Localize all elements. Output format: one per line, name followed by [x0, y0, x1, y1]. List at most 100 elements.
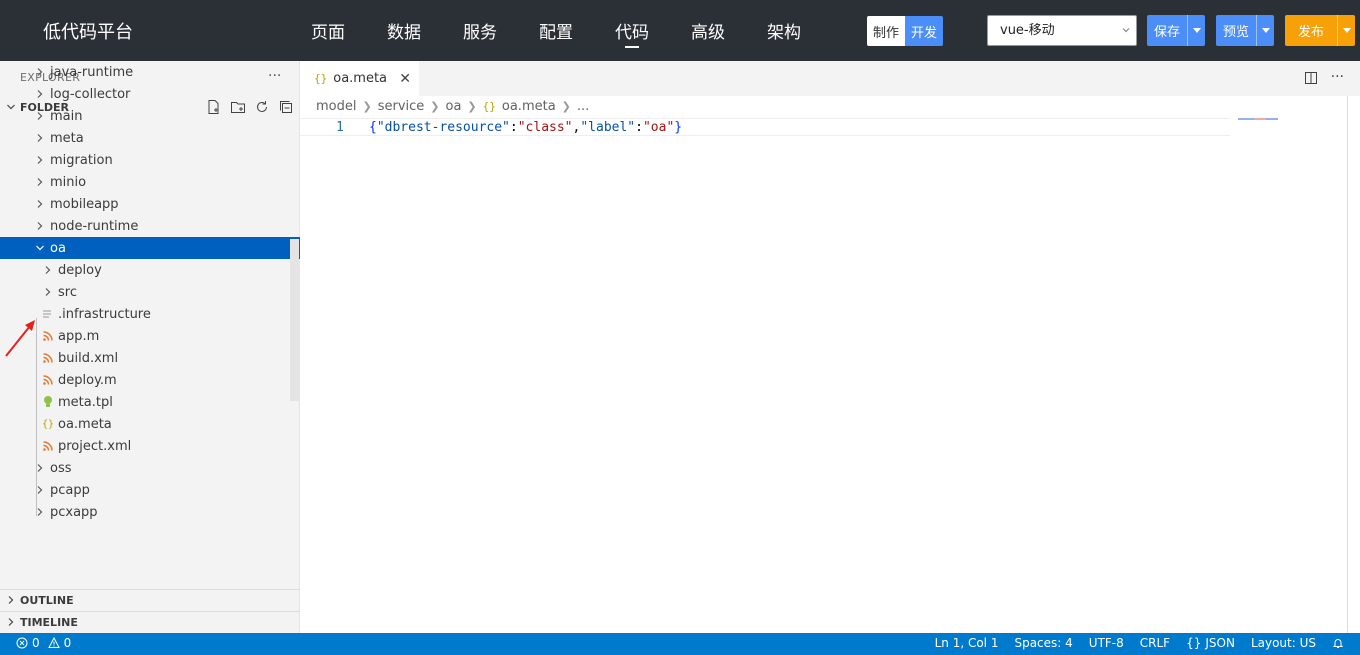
bell-icon[interactable] — [1332, 637, 1344, 649]
main-nav: 页面 数据 服务 配置 代码 高级 架构 — [290, 0, 822, 61]
code-token: { — [369, 120, 377, 135]
caret-down-icon — [1342, 28, 1351, 33]
nav-item[interactable]: 服务 — [442, 0, 518, 61]
tree-file[interactable]: deploy.m — [0, 369, 300, 391]
breadcrumb-item[interactable]: oa — [446, 99, 462, 114]
code-token: "oa" — [642, 120, 675, 135]
tree-item-label: oa — [50, 240, 66, 256]
tree-item-label: build.xml — [58, 350, 119, 366]
preview-dropdown-button[interactable] — [1256, 15, 1274, 46]
tree-file[interactable]: {} oa.meta — [0, 413, 300, 435]
chevron-right-icon — [37, 222, 43, 230]
target-select[interactable]: vue-移动 — [987, 15, 1137, 46]
more-actions-icon[interactable]: ··· — [1331, 70, 1344, 90]
split-editor-icon[interactable] — [1303, 70, 1319, 90]
sidebar-scrollbar[interactable] — [290, 239, 299, 401]
publish-button[interactable]: 发布 — [1285, 15, 1337, 46]
breadcrumb-item[interactable]: oa.meta — [502, 99, 556, 114]
breadcrumb-item[interactable]: model — [316, 99, 356, 114]
minimap[interactable] — [1238, 118, 1278, 120]
chevron-right-icon — [8, 596, 14, 604]
encoding[interactable]: UTF-8 — [1089, 636, 1124, 650]
rss-file-icon — [40, 350, 56, 366]
problems-indicator[interactable]: 0 0 — [16, 636, 71, 650]
tree-file[interactable]: project.xml — [0, 435, 300, 457]
nav-item[interactable]: 页面 — [290, 0, 366, 61]
tree-item-label: meta — [50, 130, 84, 146]
preview-button[interactable]: 预览 — [1216, 15, 1256, 46]
nav-item[interactable]: 代码 — [594, 0, 670, 61]
cursor-position[interactable]: Ln 1, Col 1 — [935, 636, 999, 650]
code-content[interactable]: {"dbrest-resource":"class","label":"oa"} — [369, 120, 682, 135]
nav-item[interactable]: 高级 — [670, 0, 746, 61]
nav-item[interactable]: 数据 — [366, 0, 442, 61]
tree-folder[interactable]: log-collector — [0, 83, 300, 105]
red-arrow-annotation — [5, 320, 35, 357]
breadcrumb-item[interactable]: service — [378, 99, 425, 114]
tree-folder[interactable]: oss — [0, 457, 300, 479]
close-icon[interactable]: ✕ — [399, 71, 411, 87]
rss-file-icon — [40, 328, 56, 344]
tree-folder[interactable]: oa — [0, 237, 300, 259]
tree-folder[interactable]: meta — [0, 127, 300, 149]
nav-item[interactable]: 架构 — [746, 0, 822, 61]
save-dropdown-button[interactable] — [1187, 15, 1205, 46]
tree-folder[interactable]: mobileapp — [0, 193, 300, 215]
timeline-section-header[interactable]: TIMELINE — [0, 611, 300, 633]
tree-file[interactable]: app.m — [0, 325, 300, 347]
caret-down-icon — [1261, 28, 1270, 33]
nav-item[interactable]: 配置 — [518, 0, 594, 61]
tree-file[interactable]: .infrastructure — [0, 303, 300, 325]
chevron-down-icon — [1122, 28, 1130, 33]
editor-scrollbar[interactable] — [1347, 96, 1348, 633]
tree-item-label: deploy.m — [58, 372, 117, 388]
tree-folder[interactable]: pcapp — [0, 479, 300, 501]
tree-folder[interactable]: deploy — [0, 259, 300, 281]
breadcrumb-item[interactable]: ... — [577, 99, 589, 114]
end-of-line[interactable]: CRLF — [1140, 636, 1170, 650]
chevron-right-icon: ❯ — [362, 100, 372, 113]
code-token: : — [635, 120, 643, 135]
tree-folder[interactable]: migration — [0, 149, 300, 171]
mode-make-button[interactable]: 制作 — [867, 16, 905, 46]
code-token: : — [509, 120, 518, 135]
tab-oa-meta[interactable]: {} oa.meta ✕ — [300, 61, 419, 96]
publish-dropdown-button[interactable] — [1337, 15, 1355, 46]
mode-develop-button[interactable]: 开发 — [905, 16, 943, 46]
tree-folder[interactable]: java-runtime — [0, 61, 300, 83]
tree-item-label: log-collector — [50, 86, 131, 102]
tab-label: oa.meta — [333, 71, 388, 86]
tree-item-label: java-runtime — [50, 64, 134, 80]
tree-file[interactable]: build.xml — [0, 347, 300, 369]
save-button[interactable]: 保存 — [1147, 15, 1187, 46]
caret-down-icon — [1192, 28, 1201, 33]
timeline-section-title: TIMELINE — [20, 615, 78, 629]
chevron-right-icon: ❯ — [467, 100, 477, 113]
tree-folder[interactable]: src — [0, 281, 300, 303]
tree-folder[interactable]: minio — [0, 171, 300, 193]
lines-file-icon — [40, 306, 56, 322]
chevron-right-icon — [37, 112, 43, 120]
tree-item-label: migration — [50, 152, 113, 168]
chevron-right-icon — [37, 68, 43, 76]
warning-count: 0 — [63, 636, 72, 650]
editor-actions: ··· — [1303, 70, 1344, 90]
error-count: 0 — [32, 636, 40, 650]
tree-item-label: minio — [50, 174, 87, 190]
tree-folder[interactable]: main — [0, 105, 300, 127]
tree-folder[interactable]: node-runtime — [0, 215, 300, 237]
outline-section-header[interactable]: OUTLINE — [0, 589, 300, 611]
explorer-sidebar: EXPLORER ··· FOLDER java-runtime log-coll… — [0, 61, 300, 633]
chevron-right-icon — [45, 266, 51, 274]
json-braces-icon: {} — [41, 418, 55, 430]
tree-folder[interactable]: pcxapp — [0, 501, 300, 523]
tree-file[interactable]: meta.tpl — [0, 391, 300, 413]
tree-item-label: project.xml — [58, 438, 132, 454]
indentation[interactable]: Spaces: 4 — [1014, 636, 1072, 650]
language-mode[interactable]: {} JSON — [1186, 636, 1235, 650]
keyboard-layout[interactable]: Layout: US — [1251, 636, 1316, 650]
rss-file-icon — [40, 372, 56, 388]
chevron-right-icon: ❯ — [561, 100, 571, 113]
tab-bar: {} oa.meta ✕ ··· — [300, 61, 1360, 96]
code-token: "dbrest-resource" — [376, 120, 510, 135]
